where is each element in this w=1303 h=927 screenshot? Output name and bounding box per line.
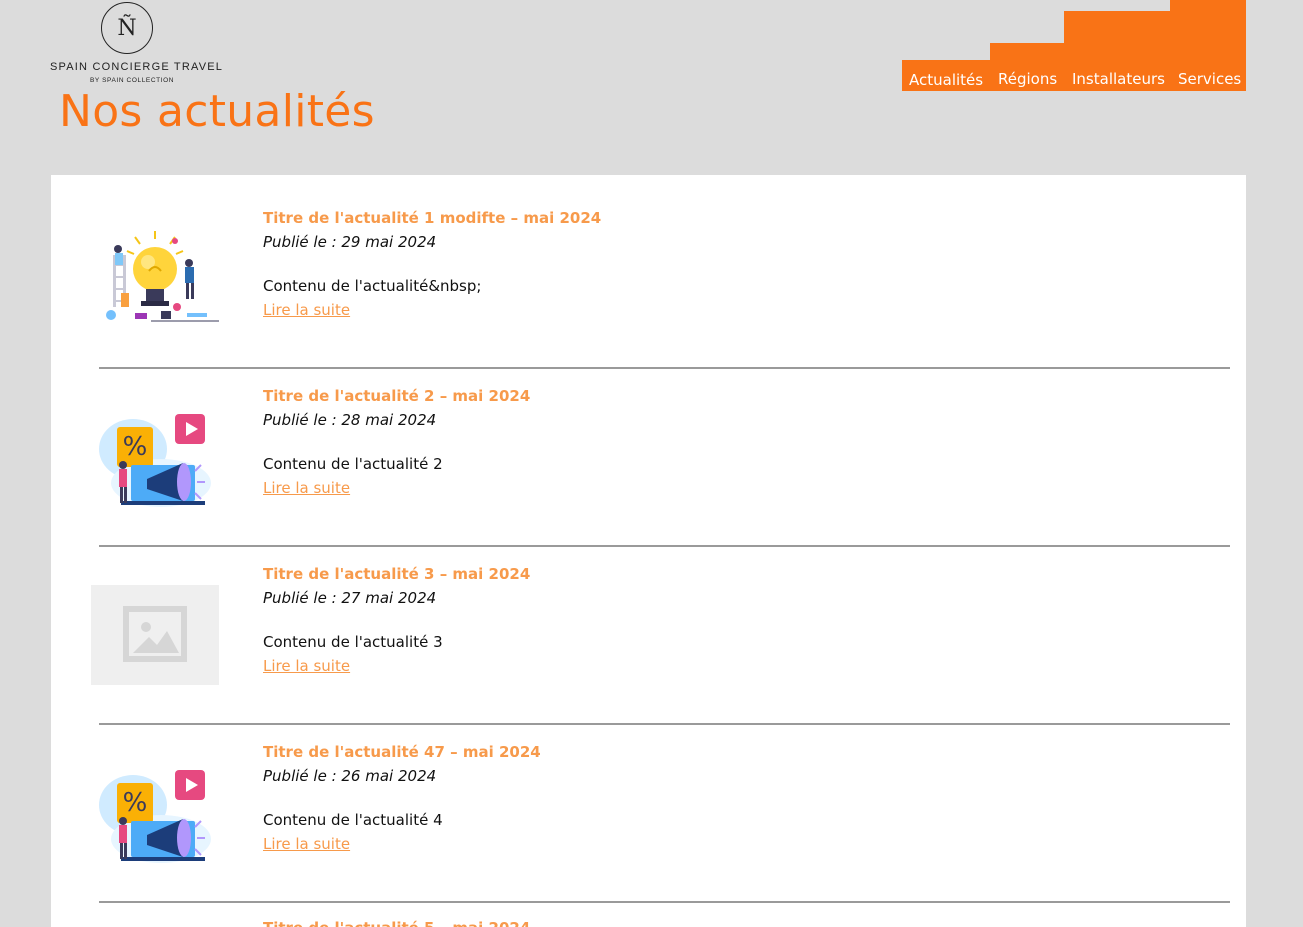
news-content: Contenu de l'actualité 3 bbox=[263, 633, 443, 651]
page: Ñ SPAIN CONCIERGE TRAVEL BY SPAIN COLLEC… bbox=[0, 0, 1303, 927]
page-title: Nos actualités bbox=[59, 86, 375, 137]
logo-tagline: BY SPAIN COLLECTION bbox=[89, 77, 175, 84]
read-more-link[interactable]: Lire la suite bbox=[263, 835, 350, 853]
megaphone-promo-illustration: % bbox=[99, 414, 211, 507]
svg-text:%: % bbox=[123, 432, 148, 462]
news-divider bbox=[99, 901, 1230, 903]
nav-item-regions[interactable]: Régions bbox=[998, 70, 1057, 88]
news-content: Contenu de l'actualité 2 bbox=[263, 455, 443, 473]
news-item: Titre de l'actualité 1 modifte – mai 202… bbox=[51, 175, 1246, 353]
svg-text:%: % bbox=[123, 788, 148, 818]
image-placeholder bbox=[91, 585, 219, 685]
nav-item-installateurs[interactable]: Installateurs bbox=[1072, 70, 1165, 88]
news-date: Publié le : 26 mai 2024 bbox=[263, 767, 437, 785]
read-more-link[interactable]: Lire la suite bbox=[263, 301, 350, 319]
image-placeholder-icon bbox=[123, 606, 187, 662]
read-more-link[interactable]: Lire la suite bbox=[263, 657, 350, 675]
news-title[interactable]: Titre de l'actualité 47 – mai 2024 bbox=[263, 743, 541, 761]
nav-item-services[interactable]: Services bbox=[1178, 70, 1241, 88]
read-more-link[interactable]: Lire la suite bbox=[263, 479, 350, 497]
news-title[interactable]: Titre de l'actualité 5 – mai 2024 bbox=[263, 919, 530, 927]
news-content: Contenu de l'actualité&nbsp; bbox=[263, 277, 482, 295]
lightbulb-illustration bbox=[106, 231, 219, 322]
news-date: Publié le : 28 mai 2024 bbox=[263, 411, 437, 429]
nav-item-actualites[interactable]: Actualités bbox=[909, 71, 983, 89]
news-item: % Titre de l'actualité 2 – mai 2024 Publ… bbox=[51, 353, 1246, 531]
site-logo[interactable]: Ñ SPAIN CONCIERGE TRAVEL BY SPAIN COLLEC… bbox=[50, 2, 224, 86]
news-item: Titre de l'actualité 3 – mai 2024 Publié… bbox=[51, 531, 1246, 709]
news-date: Publié le : 29 mai 2024 bbox=[263, 233, 437, 251]
main-nav: Actualités Régions Installateurs Service… bbox=[902, 60, 1246, 91]
logo-brand-name: SPAIN CONCIERGE TRAVEL bbox=[50, 61, 224, 73]
news-item: % Titre de l'actualité 47 – mai 2024 Pub… bbox=[51, 709, 1246, 887]
news-title[interactable]: Titre de l'actualité 2 – mai 2024 bbox=[263, 387, 530, 405]
logo-monogram: Ñ bbox=[101, 2, 153, 54]
news-content: Contenu de l'actualité 4 bbox=[263, 811, 443, 829]
news-title[interactable]: Titre de l'actualité 1 modifte – mai 202… bbox=[263, 209, 601, 227]
news-title[interactable]: Titre de l'actualité 3 – mai 2024 bbox=[263, 565, 530, 583]
news-date: Publié le : 27 mai 2024 bbox=[263, 589, 437, 607]
megaphone-promo-illustration: % bbox=[99, 770, 211, 863]
news-list: Titre de l'actualité 1 modifte – mai 202… bbox=[51, 175, 1246, 927]
